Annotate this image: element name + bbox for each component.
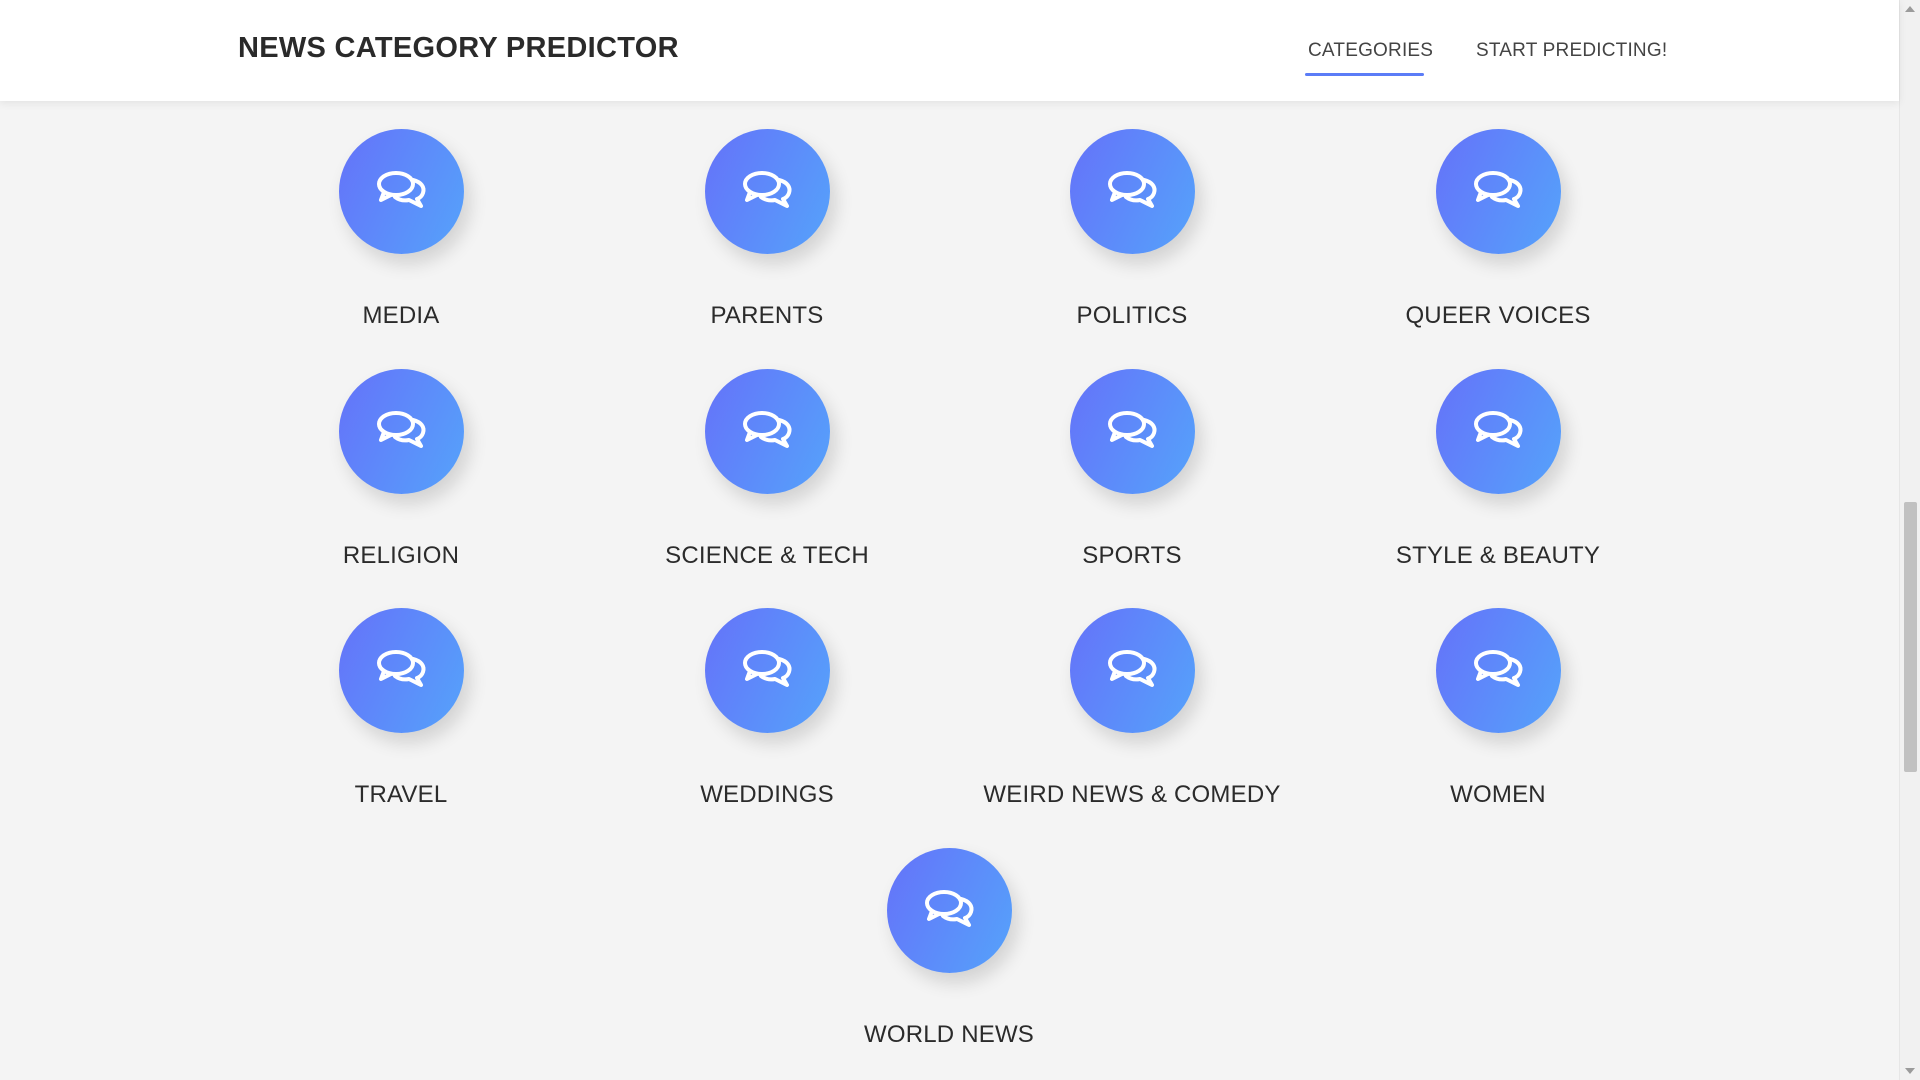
category-label: POLITICS [1076, 302, 1188, 329]
category-item-weddings[interactable]: WEDDINGS [607, 608, 927, 809]
category-label: MEDIA [362, 302, 440, 329]
chat-bubbles-icon [1106, 169, 1158, 214]
vertical-scrollbar[interactable] [1899, 0, 1920, 1080]
category-icon-circle[interactable] [1435, 129, 1561, 254]
brand-title[interactable]: NEWS CATEGORY PREDICTOR [238, 32, 679, 65]
category-icon-circle[interactable] [1069, 129, 1195, 254]
category-item-media[interactable]: MEDIA [241, 129, 561, 330]
category-item-queer-voices[interactable]: QUEER VOICES [1338, 129, 1658, 330]
scroll-up-arrow-icon[interactable] [1905, 6, 1915, 12]
category-item-world-news[interactable]: WORLD NEWS [789, 848, 1109, 1049]
active-nav-underline [1305, 73, 1424, 76]
category-item-weird-news-comedy[interactable]: WEIRD NEWS & COMEDY [972, 608, 1292, 809]
category-label: PARENTS [710, 302, 824, 329]
chat-bubbles-icon [741, 648, 793, 693]
category-grid: MEDIA PARENTS POLITICS QUEER VOICES RELI… [0, 0, 1899, 1080]
category-icon-circle[interactable] [704, 608, 830, 733]
nav-link-start-predicting[interactable]: START PREDICTING! [1476, 40, 1667, 62]
chat-bubbles-icon [923, 888, 975, 933]
category-label: STYLE & BEAUTY [1395, 542, 1601, 569]
category-item-style-beauty[interactable]: STYLE & BEAUTY [1338, 369, 1658, 570]
category-label: SPORTS [1082, 542, 1182, 569]
category-icon-circle[interactable] [704, 129, 830, 254]
category-icon-circle[interactable] [1069, 608, 1195, 733]
chat-bubbles-icon [741, 169, 793, 214]
page: NEWS CATEGORY PREDICTOR CATEGORIES START… [0, 0, 1920, 1080]
chat-bubbles-icon [1472, 169, 1524, 214]
category-item-religion[interactable]: RELIGION [241, 369, 561, 570]
category-item-travel[interactable]: TRAVEL [241, 608, 561, 809]
category-icon-circle[interactable] [338, 608, 464, 733]
nav-link-categories[interactable]: CATEGORIES [1308, 40, 1433, 62]
category-label: WEDDINGS [700, 781, 834, 808]
category-item-sports[interactable]: SPORTS [972, 369, 1292, 570]
category-icon-circle[interactable] [886, 848, 1012, 973]
category-label: TRAVEL [354, 781, 448, 808]
category-label: WEIRD NEWS & COMEDY [983, 781, 1281, 808]
category-label: RELIGION [342, 542, 460, 569]
category-label: QUEER VOICES [1405, 302, 1591, 329]
category-icon-circle[interactable] [1069, 369, 1195, 494]
chat-bubbles-icon [741, 409, 793, 454]
category-item-politics[interactable]: POLITICS [972, 129, 1292, 330]
category-item-women[interactable]: WOMEN [1338, 608, 1658, 809]
category-item-parents[interactable]: PARENTS [607, 129, 927, 330]
chat-bubbles-icon [375, 648, 427, 693]
category-item-science-tech[interactable]: SCIENCE & TECH [607, 369, 927, 570]
category-icon-circle[interactable] [1435, 369, 1561, 494]
category-label: WORLD NEWS [864, 1021, 1034, 1048]
chat-bubbles-icon [1472, 409, 1524, 454]
scrollbar-thumb[interactable] [1904, 502, 1917, 772]
category-icon-circle[interactable] [338, 369, 464, 494]
category-label: SCIENCE & TECH [665, 542, 869, 569]
scroll-down-arrow-icon[interactable] [1905, 1068, 1915, 1074]
category-icon-circle[interactable] [338, 129, 464, 254]
chat-bubbles-icon [375, 409, 427, 454]
category-icon-circle[interactable] [1435, 608, 1561, 733]
chat-bubbles-icon [1106, 648, 1158, 693]
chat-bubbles-icon [375, 169, 427, 214]
chat-bubbles-icon [1106, 409, 1158, 454]
chat-bubbles-icon [1472, 648, 1524, 693]
category-icon-circle[interactable] [704, 369, 830, 494]
category-label: WOMEN [1450, 781, 1546, 808]
top-navbar: NEWS CATEGORY PREDICTOR CATEGORIES START… [0, 0, 1899, 101]
